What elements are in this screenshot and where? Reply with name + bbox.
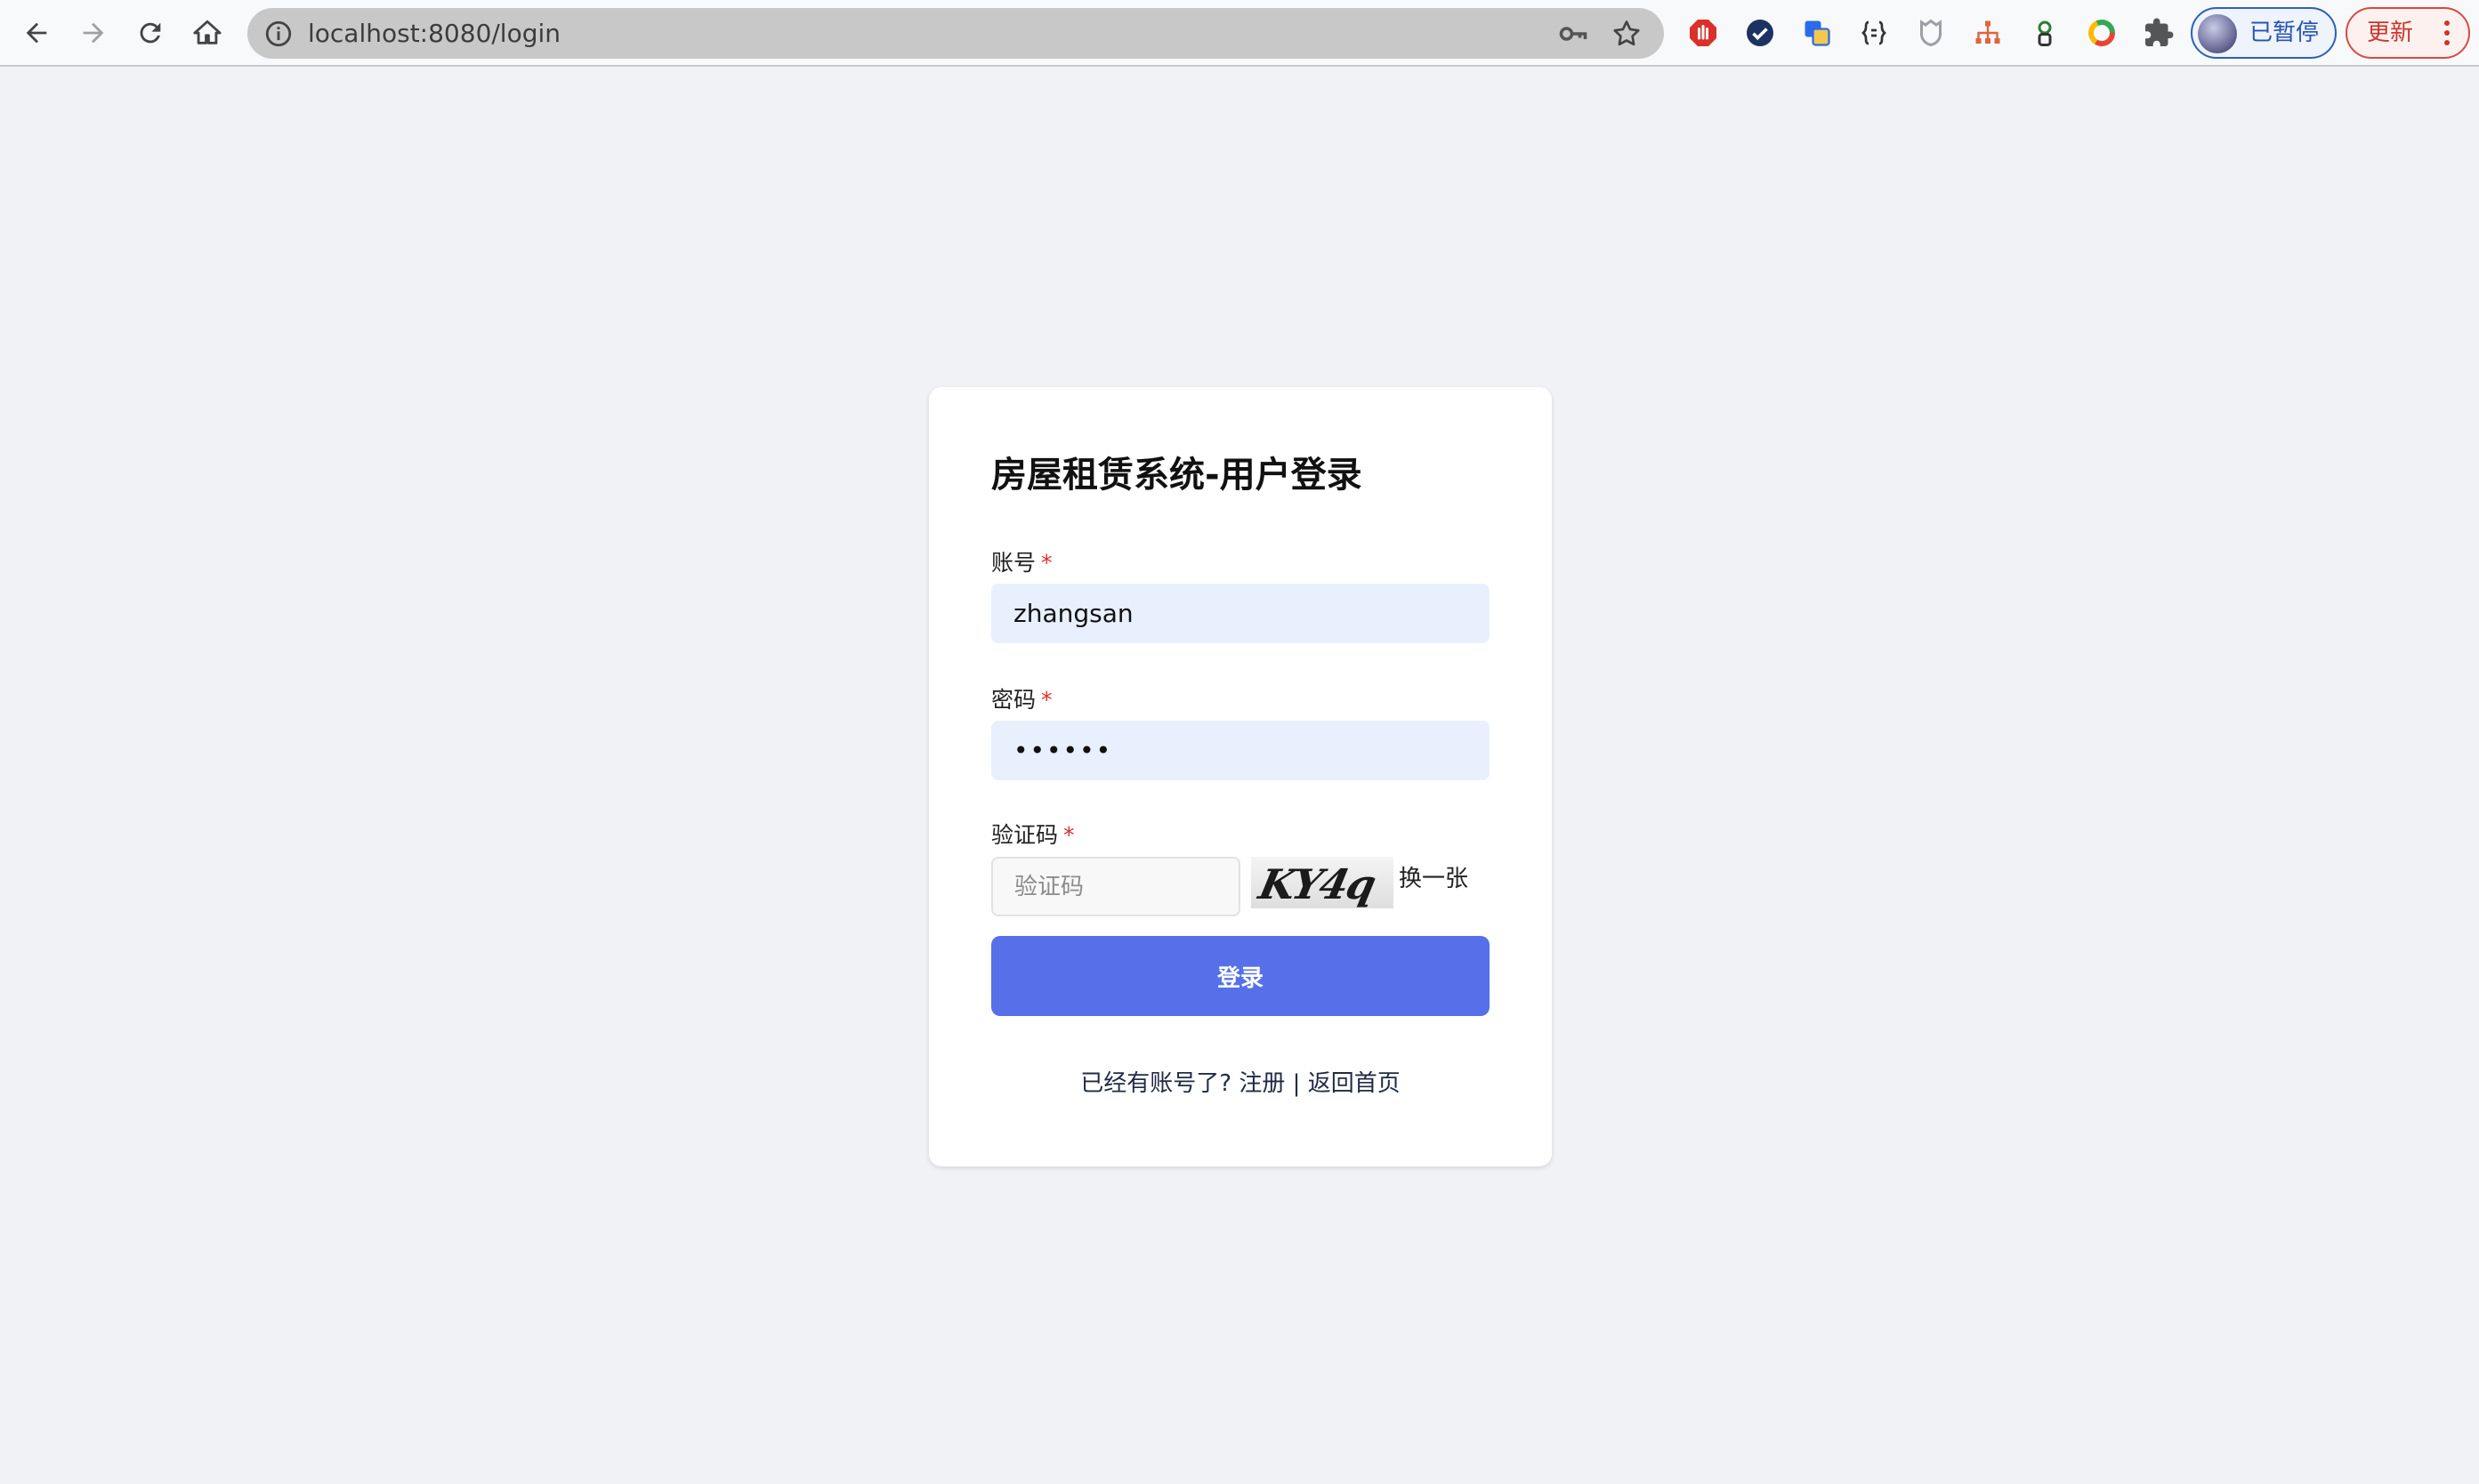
home-link[interactable]: 返回首页 [1308, 1070, 1401, 1097]
reload-button[interactable] [130, 12, 171, 53]
account-input[interactable] [991, 584, 1490, 643]
profile-button[interactable]: 已暂停 [2191, 7, 2337, 59]
home-button[interactable] [187, 12, 228, 53]
json-extension[interactable] [1856, 15, 1892, 51]
login-card: 房屋租赁系统-用户登录 账号* 密码* 验证码* KY4q 换一张 登录 已经有… [929, 387, 1552, 1166]
ring-icon [2088, 20, 2115, 46]
braces-icon [1861, 20, 1886, 45]
leaf-extension[interactable] [2027, 15, 2063, 51]
account-label: 账号 * [991, 550, 1053, 576]
update-label: 更新 [2367, 20, 2414, 46]
puzzle-icon [2145, 18, 2174, 46]
translate-icon [1805, 20, 1830, 46]
chrome-extension[interactable] [2084, 15, 2120, 51]
address-bar[interactable]: localhost:8080/login [247, 8, 1664, 59]
more-vertical-icon [2438, 18, 2456, 48]
bookmark-star-icon[interactable] [1611, 18, 1643, 50]
required-mark: * [1041, 687, 1053, 713]
adblock-extension[interactable] [1685, 15, 1721, 51]
captcha-image-text: KY4q [1255, 860, 1379, 908]
back-button[interactable] [16, 12, 57, 53]
login-footer: 已经有账号了? 注册 | 返回首页 [929, 1065, 1552, 1098]
extensions-menu-button[interactable] [2141, 15, 2176, 51]
password-label: 密码 * [991, 687, 1053, 713]
key-icon[interactable] [1557, 18, 1589, 50]
sitemap-icon [1975, 20, 2000, 44]
profile-status-label: 已暂停 [2249, 20, 2320, 46]
update-button[interactable]: 更新 [2346, 7, 2470, 59]
register-link[interactable]: 注册 [1239, 1070, 1285, 1097]
login-button[interactable]: 登录 [991, 936, 1490, 1016]
password-input[interactable] [991, 721, 1490, 780]
browser-toolbar: localhost:8080/login 已暂停 更新 [0, 0, 2479, 67]
check-extension[interactable] [1742, 15, 1778, 51]
captcha-refresh-link[interactable]: 换一张 [1399, 860, 1468, 893]
leaf-icon [2038, 20, 2052, 46]
avatar [2198, 14, 2237, 53]
required-mark: * [1063, 822, 1075, 848]
arrow-right-icon [83, 22, 104, 44]
page-title: 房屋租赁系统-用户登录 [991, 455, 1362, 496]
captcha-image[interactable]: KY4q [1251, 857, 1393, 908]
check-circle-icon [1747, 20, 1773, 46]
url-text[interactable]: localhost:8080/login [308, 8, 561, 59]
sitemap-extension[interactable] [1970, 15, 2006, 51]
arrow-left-icon [26, 22, 47, 44]
captcha-input[interactable] [991, 857, 1240, 916]
home-icon [193, 20, 222, 44]
separator: | [1292, 1070, 1301, 1097]
forward-button[interactable] [73, 12, 114, 53]
stop-hand-icon [1690, 20, 1716, 46]
account-prompt: 已经有账号了? [1080, 1070, 1232, 1097]
info-icon[interactable] [263, 19, 294, 49]
captcha-label: 验证码 * [991, 822, 1075, 848]
reload-icon [140, 22, 161, 44]
required-mark: * [1041, 550, 1053, 576]
shield-extension[interactable] [1913, 15, 1949, 51]
shield-icon [1920, 19, 1942, 47]
translate-extension[interactable] [1799, 15, 1835, 51]
